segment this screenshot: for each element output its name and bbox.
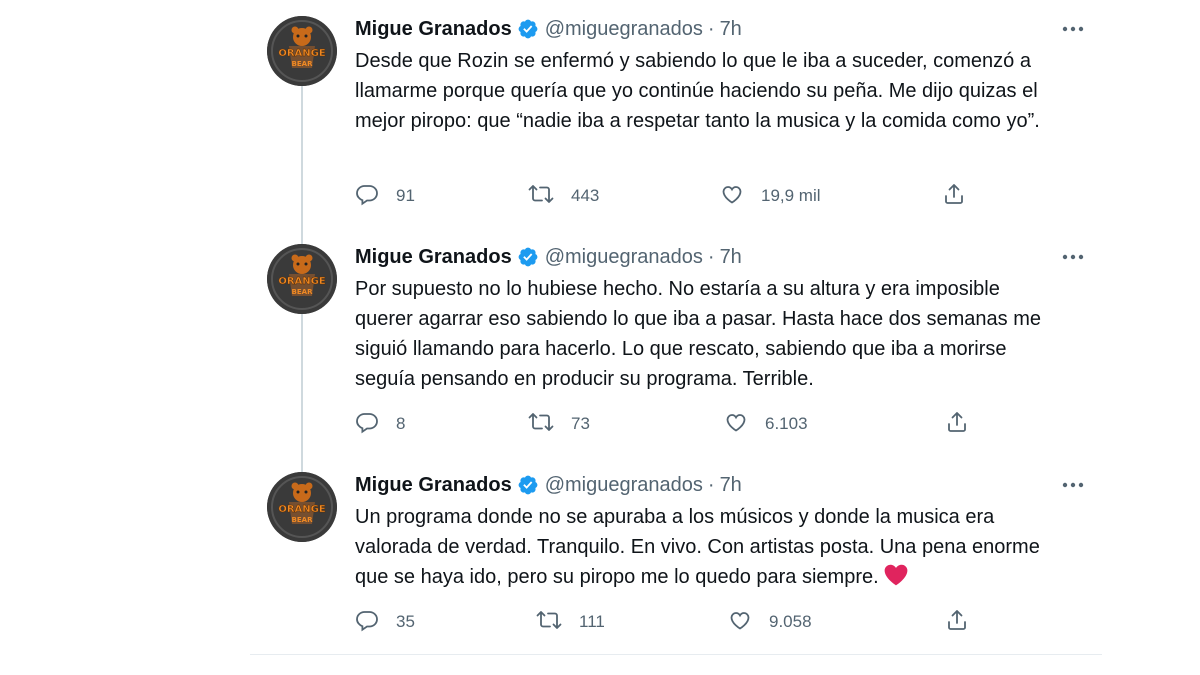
retweet-icon — [528, 410, 571, 439]
display-name[interactable]: Migue Granados — [355, 18, 512, 41]
svg-text:BEAR: BEAR — [292, 516, 314, 524]
user-handle[interactable]: @miguegranados — [545, 246, 703, 269]
retweet-button[interactable]: 443 — [528, 181, 599, 211]
display-name[interactable]: Migue Granados — [355, 474, 512, 497]
reply-icon — [355, 608, 396, 637]
reply-icon — [355, 410, 396, 439]
verified-badge-icon — [517, 246, 539, 268]
share-button[interactable] — [942, 181, 983, 211]
retweet-count: 111 — [579, 612, 605, 631]
tweet-text: Desde que Rozin se enfermó y sabiendo lo… — [355, 50, 1040, 132]
svg-text:ORANGE: ORANGE — [278, 276, 326, 287]
tweet-text: Un programa donde no se apuraba a los mú… — [355, 506, 1040, 588]
tweet-header: Migue Granados @miguegranados · 7h — [355, 16, 742, 42]
like-count: 9.058 — [769, 612, 812, 631]
retweet-button[interactable]: 111 — [536, 607, 605, 637]
retweet-count: 73 — [571, 414, 590, 433]
share-icon — [945, 608, 986, 637]
tweet-actions: 91 443 19,9 mil — [355, 181, 975, 211]
thread-bottom-divider — [250, 654, 1102, 655]
separator: · — [707, 17, 715, 40]
retweet-icon — [528, 182, 571, 211]
timestamp[interactable]: 7h — [720, 474, 742, 497]
svg-text:BEAR: BEAR — [292, 288, 314, 296]
verified-badge-icon — [517, 474, 539, 496]
tweet-text: Por supuesto no lo hubiese hecho. No est… — [355, 278, 1041, 390]
like-icon — [720, 182, 761, 211]
timestamp[interactable]: 7h — [720, 246, 742, 269]
user-handle[interactable]: @miguegranados — [545, 18, 703, 41]
avatar[interactable]: ORANGE BEAR — [267, 244, 337, 314]
avatar[interactable]: ORANGE BEAR — [267, 16, 337, 86]
verified-badge-icon — [517, 18, 539, 40]
retweet-icon — [536, 608, 579, 637]
like-count: 19,9 mil — [761, 186, 821, 205]
svg-text:BEAR: BEAR — [292, 60, 314, 68]
separator: · — [707, 473, 715, 496]
separator: · — [707, 245, 715, 268]
retweet-count: 443 — [571, 186, 600, 205]
share-icon — [945, 410, 986, 439]
tweet-text-container: Un programa donde no se apuraba a los mú… — [355, 502, 1055, 595]
retweet-button[interactable]: 73 — [528, 409, 590, 439]
svg-text:ORANGE: ORANGE — [278, 504, 326, 515]
reply-button[interactable]: 91 — [355, 181, 415, 211]
share-button[interactable] — [945, 607, 986, 637]
reply-button[interactable]: 8 — [355, 409, 405, 439]
more-options-icon[interactable] — [1060, 18, 1086, 40]
more-options-icon[interactable] — [1060, 246, 1086, 268]
tweet-actions: 35 111 9.058 — [355, 607, 975, 637]
reply-count: 8 — [396, 414, 406, 433]
display-name[interactable]: Migue Granados — [355, 246, 512, 269]
share-button[interactable] — [945, 409, 986, 439]
like-button[interactable]: 19,9 mil — [720, 181, 821, 211]
like-button[interactable]: 6.103 — [724, 409, 808, 439]
red-heart-emoji — [883, 562, 909, 595]
like-icon — [724, 410, 765, 439]
reply-count: 35 — [396, 612, 415, 631]
tweet-actions: 8 73 6.103 — [355, 409, 975, 439]
avatar[interactable]: ORANGE BEAR — [267, 472, 337, 542]
like-button[interactable]: 9.058 — [728, 607, 812, 637]
like-icon — [728, 608, 769, 637]
svg-text:ORANGE: ORANGE — [278, 48, 326, 59]
like-count: 6.103 — [765, 414, 808, 433]
reply-button[interactable]: 35 — [355, 607, 415, 637]
tweet-header: Migue Granados @miguegranados · 7h — [355, 244, 742, 270]
tweet-thread: ORANGE BEAR Migue Granados @miguegranado… — [250, 0, 1102, 675]
more-options-icon[interactable] — [1060, 474, 1086, 496]
share-icon — [942, 182, 983, 211]
user-handle[interactable]: @miguegranados — [545, 474, 703, 497]
reply-count: 91 — [396, 186, 415, 205]
timestamp[interactable]: 7h — [720, 18, 742, 41]
tweet-header: Migue Granados @miguegranados · 7h — [355, 472, 742, 498]
reply-icon — [355, 182, 396, 211]
